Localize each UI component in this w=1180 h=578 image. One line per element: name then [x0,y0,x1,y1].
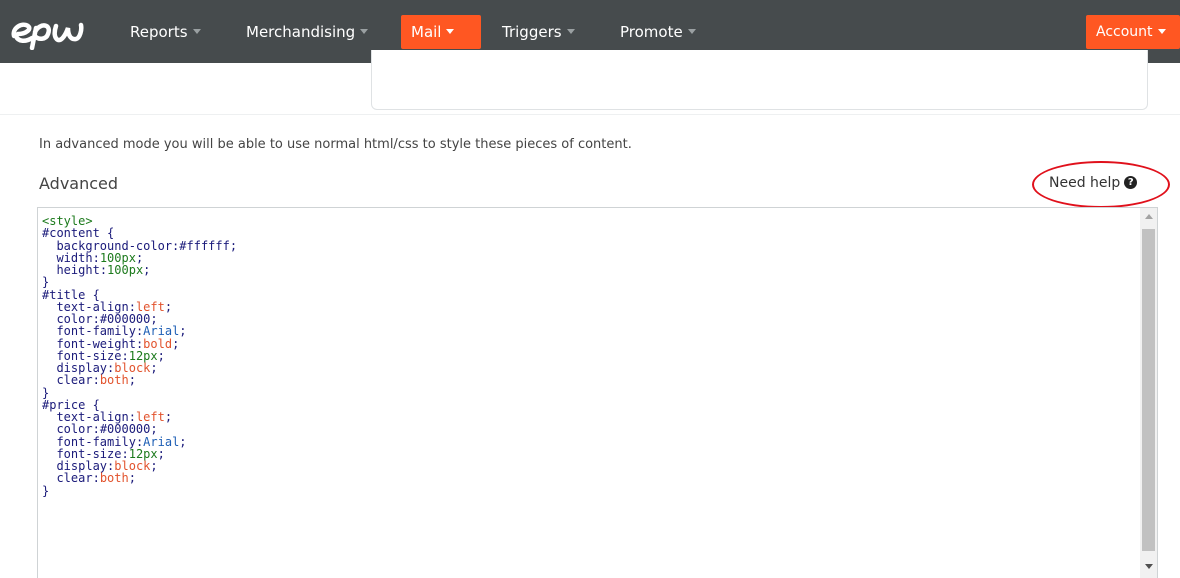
nav-account-label: Account [1096,24,1153,40]
editor-scrollbar[interactable] [1140,208,1157,578]
nav-reports-label: Reports [130,23,188,41]
chevron-down-icon [446,29,455,34]
nav-account[interactable]: Account [1086,15,1180,49]
scroll-up-arrow-icon[interactable] [1145,214,1153,219]
nav-reports[interactable]: Reports [120,15,211,49]
advanced-code-editor[interactable]: <style> #content { background-color:#ffff… [37,207,1158,578]
advanced-section-label: Advanced [39,174,119,193]
code-line: clear:both; [56,373,136,388]
chevron-down-icon [687,29,696,34]
advanced-mode-description: In advanced mode you will be able to use… [39,137,632,152]
need-help-link[interactable]: Need help? [1049,175,1138,191]
chevron-down-icon [192,29,201,34]
nav-promote[interactable]: Promote [610,15,706,49]
chevron-down-icon [360,29,369,34]
section-divider [0,114,1180,115]
code-line: clear:both; [56,471,136,486]
need-help-label: Need help [1049,175,1121,191]
chevron-down-icon [566,29,575,34]
code-content[interactable]: <style> #content { background-color:#ffff… [42,215,237,497]
epi-logo-icon[interactable] [10,14,84,50]
nav-triggers[interactable]: Triggers [492,15,585,49]
previous-section-card [371,50,1148,110]
chevron-down-icon [1157,28,1166,34]
code-line: } [42,483,50,498]
nav-triggers-label: Triggers [502,23,562,41]
nav-merchandising-label: Merchandising [246,23,356,41]
scroll-down-arrow-icon[interactable] [1145,564,1153,569]
nav-promote-label: Promote [620,23,683,41]
nav-mail-label: Mail [411,23,442,41]
code-line: height:100px; [56,263,151,277]
scrollbar-thumb[interactable] [1142,229,1155,551]
nav-merchandising[interactable]: Merchandising [236,15,378,49]
nav-mail[interactable]: Mail [401,15,481,49]
question-circle-icon: ? [1124,175,1138,189]
